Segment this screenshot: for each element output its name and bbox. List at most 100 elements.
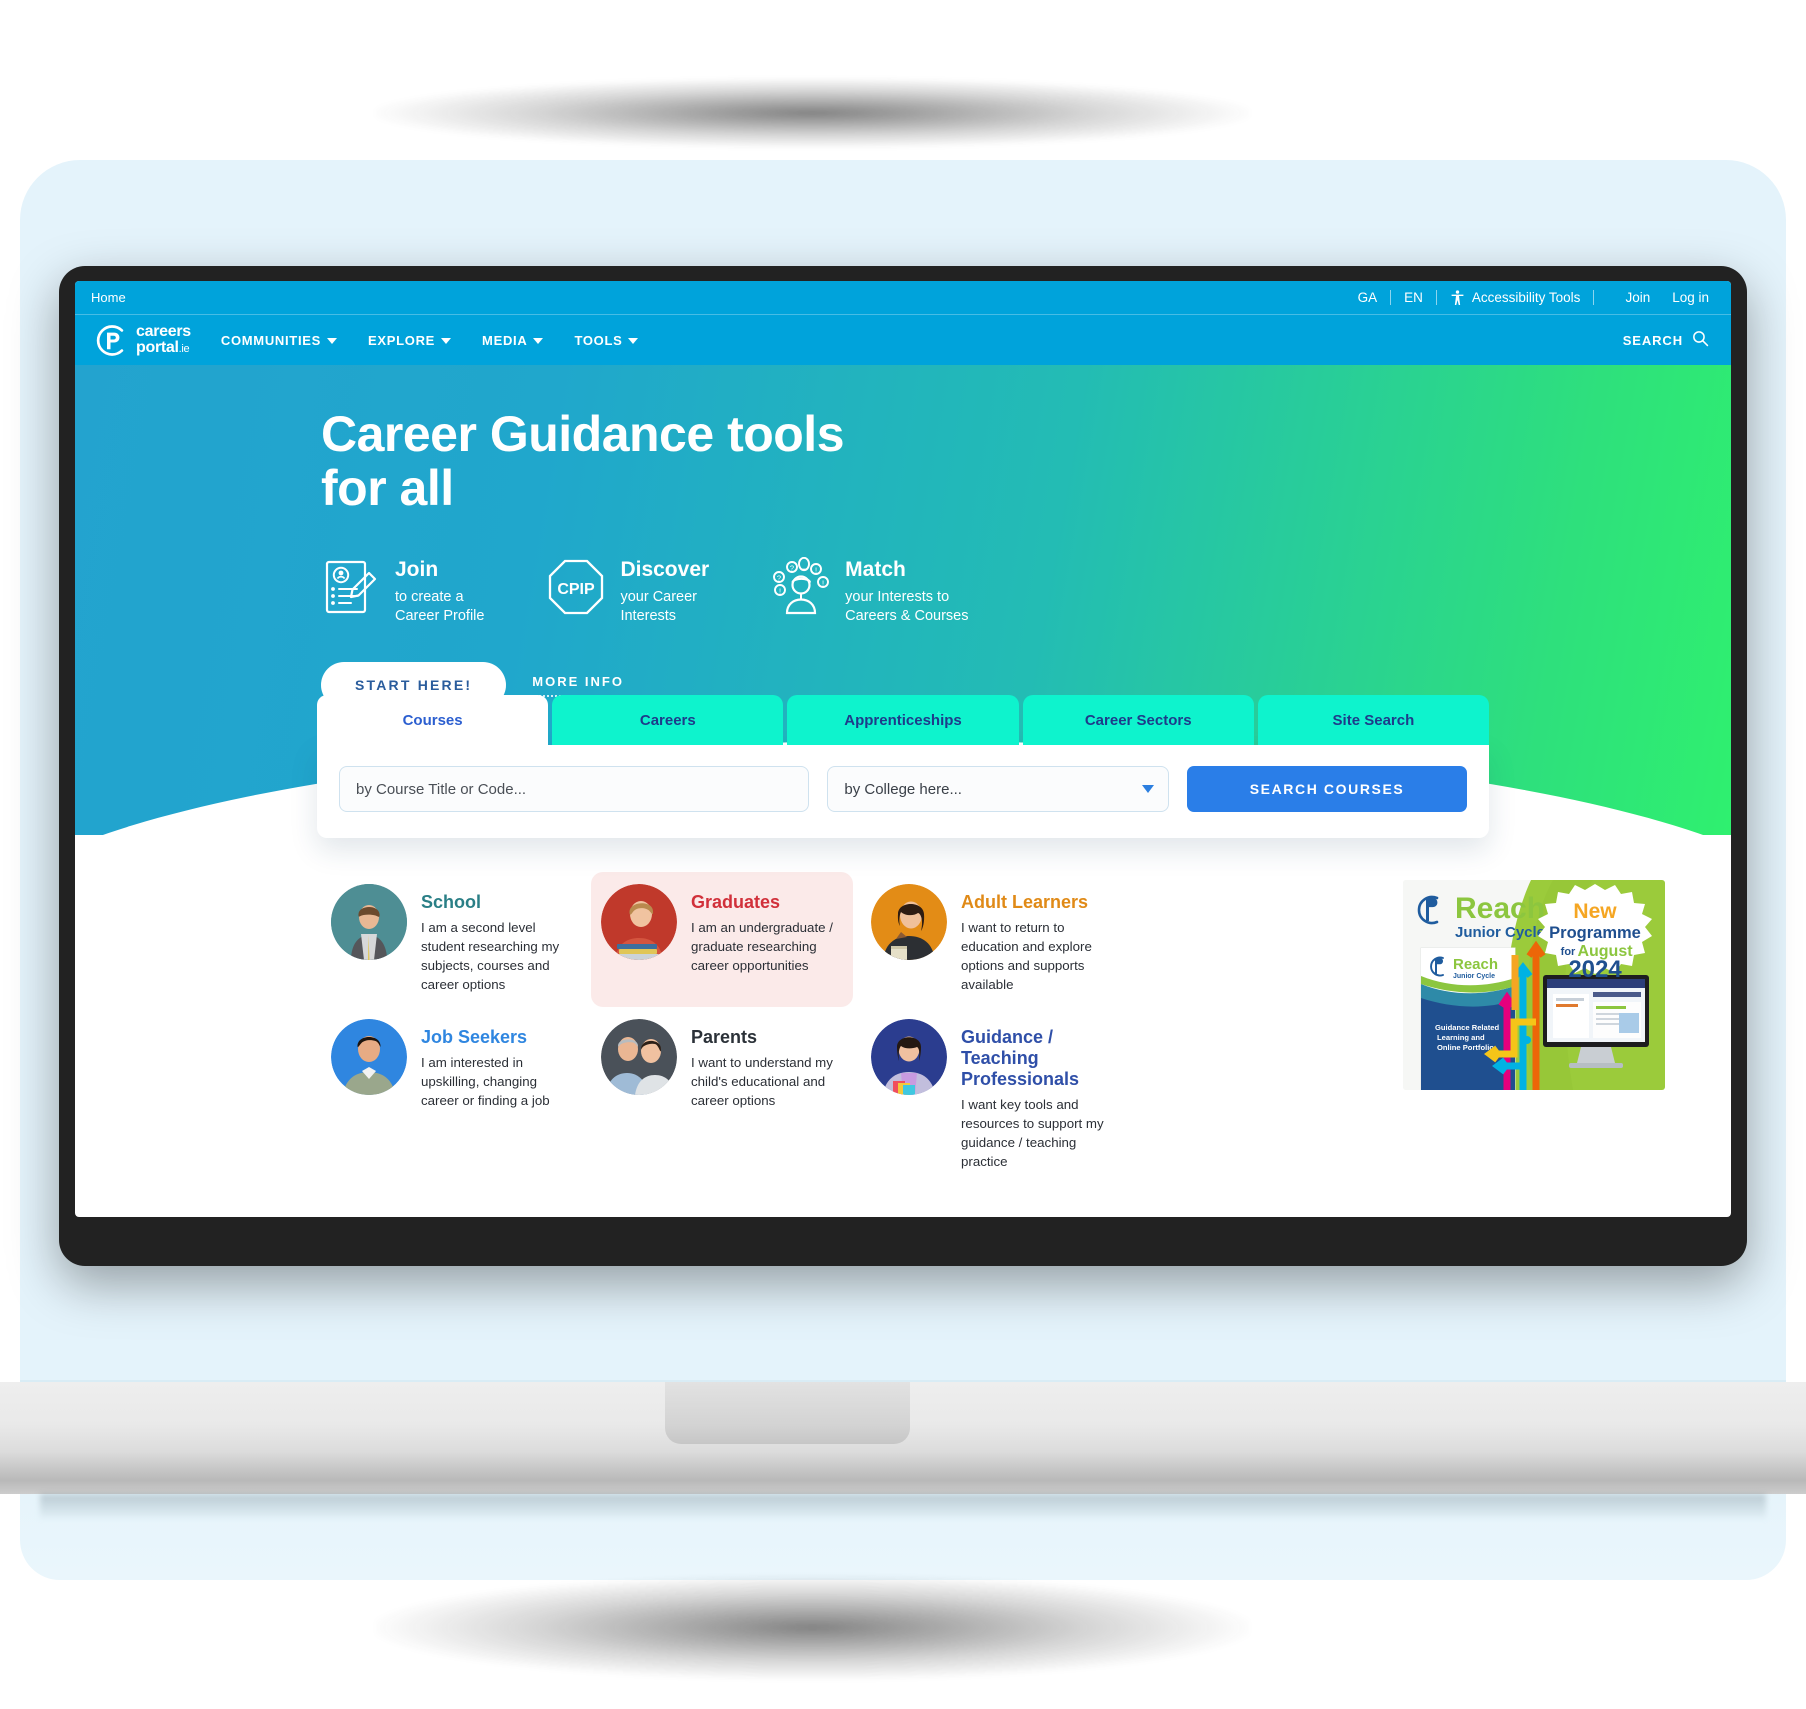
nav-item-tools[interactable]: TOOLS (574, 333, 639, 348)
audience-body: School I am a second level student resea… (421, 884, 573, 995)
audience-body: Parents I want to understand my child's … (691, 1019, 843, 1172)
avatar (331, 884, 407, 960)
audience-card-school[interactable]: School I am a second level student resea… (321, 872, 583, 1007)
audience-card-guidance-professionals[interactable]: Guidance / Teaching Professionals I want… (861, 1007, 1123, 1184)
svg-text:Junior Cycle: Junior Cycle (1453, 973, 1495, 980)
svg-text:!: ! (822, 579, 824, 588)
document-pencil-icon (321, 557, 381, 617)
audience-desc: I want key tools and resources to suppor… (961, 1097, 1104, 1170)
audience-desc: I am a second level student researching … (421, 920, 560, 992)
audience-body: Guidance / Teaching Professionals I want… (961, 1019, 1113, 1172)
join-link[interactable]: Join (1625, 290, 1650, 305)
laptop-mockup: Home GA EN Accessibility Tools Join Log … (0, 0, 1806, 1709)
audience-body: Job Seekers I am interested in upskillin… (421, 1019, 573, 1172)
svg-text:New: New (1573, 900, 1617, 923)
svg-text:?: ? (790, 564, 794, 573)
utility-bar: Home GA EN Accessibility Tools Join Log … (75, 281, 1731, 314)
nav-items: COMMUNITIES EXPLORE MEDIA TOOLS (221, 333, 639, 348)
chevron-down-icon (628, 338, 639, 344)
chevron-down-icon (327, 338, 338, 344)
hero-features: Join to create a Career Profile CPIP Dis… (321, 556, 1731, 626)
hero-content: Career Guidance tools for all Join to cr… (75, 365, 1731, 709)
avatar (331, 1018, 407, 1095)
tab-career-sectors[interactable]: Career Sectors (1022, 695, 1254, 745)
hero-feature-text: Match your Interests to Careers & Courses (845, 558, 969, 625)
svg-text:Junior Cycle: Junior Cycle (1455, 924, 1545, 941)
svg-text:Reach: Reach (1455, 892, 1545, 925)
chevron-down-icon (533, 338, 544, 344)
hero-feature-join[interactable]: Join to create a Career Profile (321, 557, 484, 626)
svg-text:Guidance Related: Guidance Related (1435, 1023, 1500, 1032)
divider (1593, 290, 1595, 305)
more-info-link[interactable]: MORE INFO (532, 674, 624, 697)
person-thoughts-icon: ? ? ! ! ! (771, 556, 831, 617)
audience-grid: School I am a second level student resea… (321, 872, 1395, 1184)
audience-section: School I am a second level student resea… (75, 838, 1731, 1184)
hero-feature-text: Join to create a Career Profile (395, 558, 485, 625)
avatar (871, 884, 947, 960)
tab-courses[interactable]: Courses (317, 695, 549, 745)
search-courses-button[interactable]: SEARCH COURSES (1187, 766, 1467, 812)
audience-desc: I want to understand my child's educatio… (691, 1054, 833, 1108)
laptop-base-shadow (40, 1494, 1766, 1518)
search-panel: by College here... SEARCH COURSES (317, 745, 1489, 838)
login-link[interactable]: Log in (1672, 290, 1709, 305)
course-search-input[interactable] (339, 766, 810, 812)
nav-item-media[interactable]: MEDIA (482, 333, 544, 348)
tab-site-search[interactable]: Site Search (1257, 695, 1490, 745)
audience-body: Adult Learners I want to return to educa… (961, 884, 1113, 995)
audience-desc: I am an undergraduate / graduate researc… (691, 920, 833, 973)
cpip-octagon-icon: CPIP (546, 557, 606, 617)
audience-card-adult-learners[interactable]: Adult Learners I want to return to educa… (861, 872, 1123, 1007)
audience-title: School (421, 892, 482, 912)
search-card: Courses Careers Apprenticeships Career S… (317, 695, 1490, 838)
nav-search-label: SEARCH (1622, 332, 1683, 348)
divider (1435, 290, 1437, 305)
audience-title: Guidance / Teaching Professionals (961, 1026, 1080, 1090)
browser-screen: Home GA EN Accessibility Tools Join Log … (75, 281, 1731, 1217)
audience-title: Graduates (691, 892, 781, 912)
laptop-notch (665, 1382, 910, 1444)
audience-desc: I want to return to education and explor… (961, 920, 1092, 992)
search-tabs: Courses Careers Apprenticeships Career S… (317, 695, 1490, 745)
svg-text:Reach: Reach (1453, 956, 1498, 973)
audience-title: Job Seekers (421, 1026, 528, 1047)
breadcrumb-home[interactable]: Home (91, 290, 126, 305)
svg-text:!: ! (815, 566, 817, 575)
site-logo-text: careers portal.ie (136, 323, 191, 356)
svg-text:!: ! (779, 587, 781, 596)
audience-body: Graduates I am an undergraduate / gradua… (691, 884, 843, 995)
accessibility-tools-label: Accessibility Tools (1471, 290, 1581, 305)
hero-title: Career Guidance tools for all (321, 406, 845, 516)
audience-card-job-seekers[interactable]: Job Seekers I am interested in upskillin… (321, 1007, 583, 1184)
hero-feature-text: Discover your Career Interests (620, 558, 710, 625)
audience-title: Parents (691, 1026, 758, 1047)
lang-en[interactable]: EN (1404, 290, 1423, 305)
audience-card-parents[interactable]: Parents I want to understand my child's … (591, 1007, 853, 1184)
accessibility-person-icon (1450, 289, 1465, 306)
tab-careers[interactable]: Careers (552, 695, 784, 745)
avatar (601, 1018, 677, 1095)
site-logo[interactable]: careers portal.ie (93, 323, 191, 358)
hero-feature-discover[interactable]: CPIP Discover your Career Interests (546, 557, 709, 626)
tab-apprenticeships[interactable]: Apprenticeships (787, 695, 1019, 745)
nav-item-communities[interactable]: COMMUNITIES (221, 333, 338, 348)
audience-desc: I am interested in upskilling, changing … (421, 1054, 550, 1108)
svg-text:CPIP: CPIP (558, 581, 596, 598)
audience-card-graduates[interactable]: Graduates I am an undergraduate / gradua… (591, 872, 853, 1007)
college-select[interactable]: by College here... (827, 766, 1170, 812)
accessibility-tools-button[interactable]: Accessibility Tools (1450, 289, 1581, 306)
svg-text:Programme: Programme (1549, 924, 1641, 942)
hero-feature-match[interactable]: ? ? ! ! ! Match your Interests to Career… (771, 556, 969, 626)
svg-text:2024: 2024 (1568, 956, 1622, 983)
nav-item-explore[interactable]: EXPLORE (368, 333, 452, 348)
svg-text:?: ? (777, 574, 781, 583)
college-select-wrapper: by College here... (827, 766, 1170, 812)
nav-search-button[interactable]: SEARCH (1623, 330, 1709, 350)
main-navigation: careers portal.ie COMMUNITIES EXPLORE ME… (75, 314, 1731, 365)
divider (1390, 290, 1392, 305)
lang-ga[interactable]: GA (1358, 290, 1378, 305)
reach-junior-cycle-promo[interactable]: Reach Junior Cycle Reach Junior Cycle Gu… (1403, 880, 1665, 1090)
avatar (601, 884, 677, 960)
svg-text:Online Portfolio: Online Portfolio (1437, 1043, 1494, 1052)
